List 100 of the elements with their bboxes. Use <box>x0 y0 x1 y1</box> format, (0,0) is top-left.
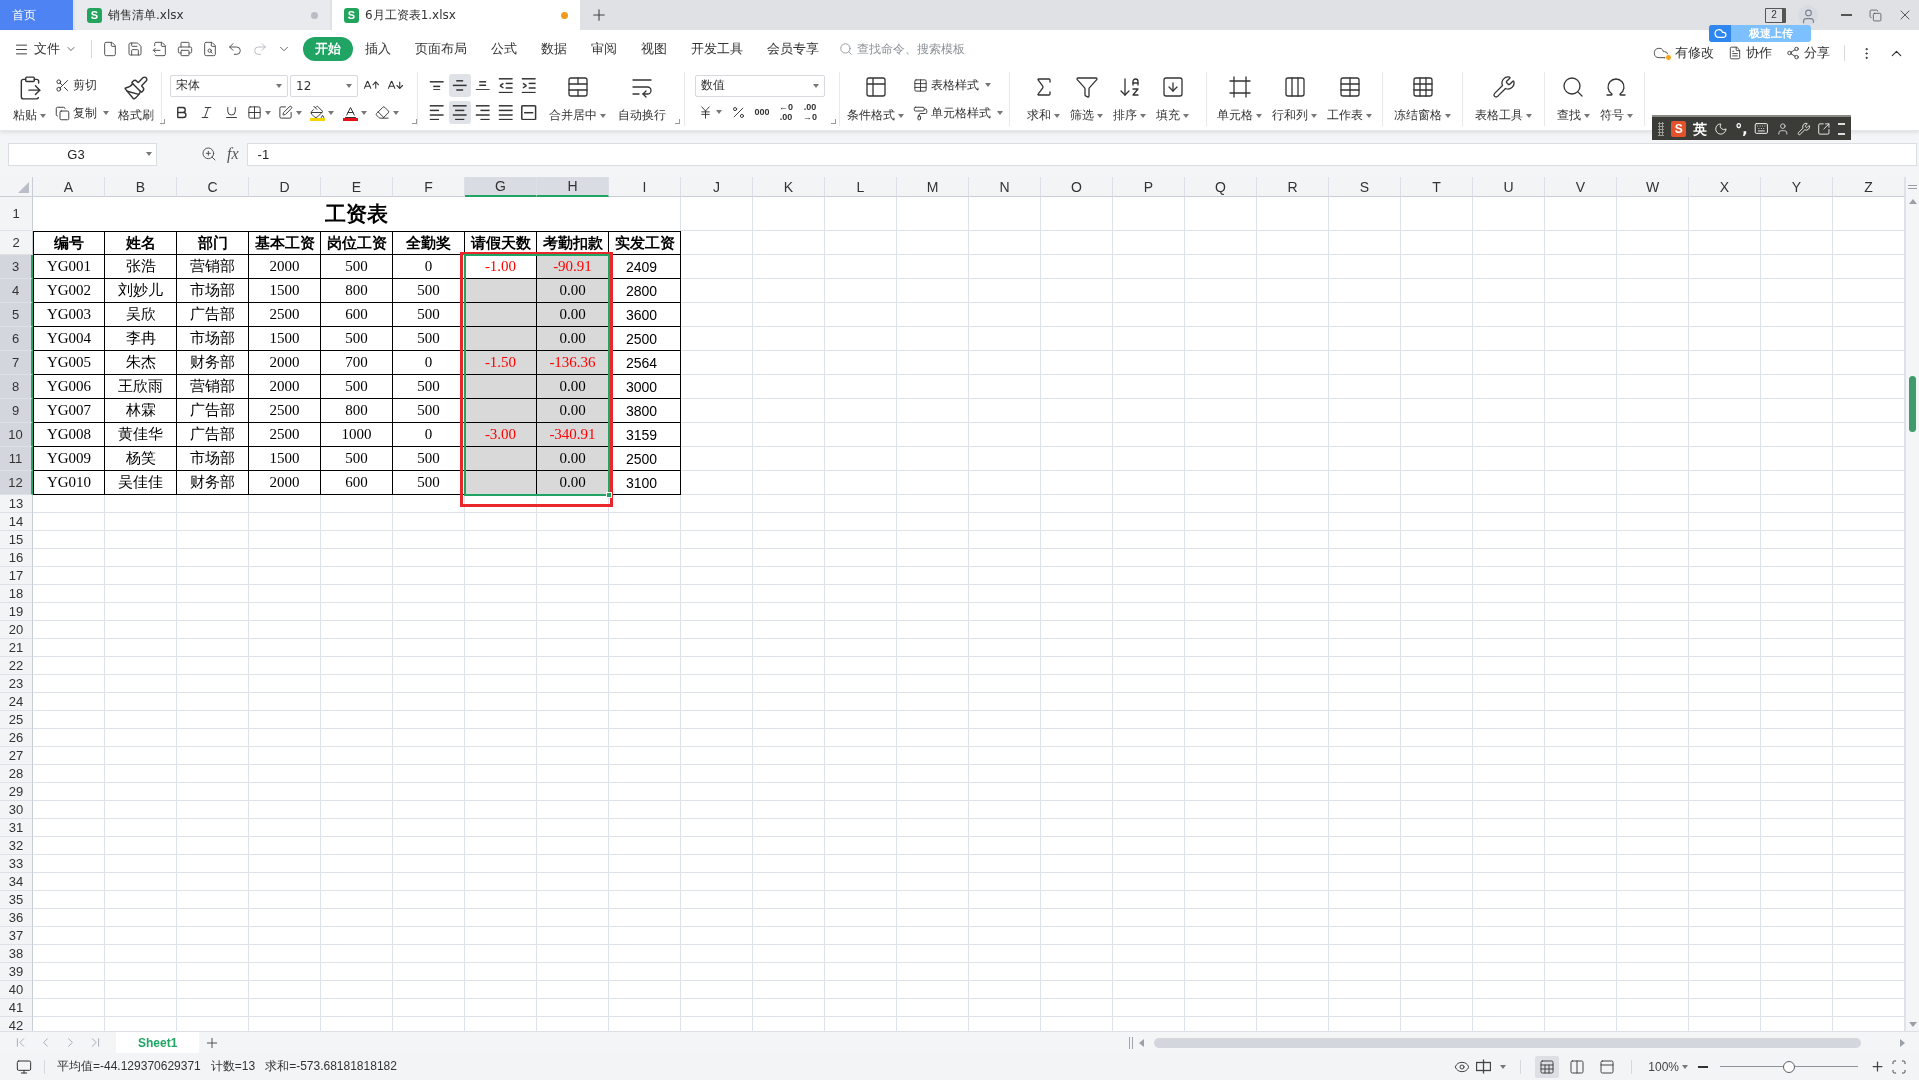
vertical-scrollbar[interactable] <box>1905 177 1919 1031</box>
row-header[interactable]: 29 <box>0 783 33 801</box>
ribbon-tool-button[interactable]: 符号 <box>1596 72 1636 126</box>
formula-field[interactable]: -1 <box>246 142 1917 166</box>
print-preview-icon[interactable] <box>202 41 218 57</box>
user-icon[interactable] <box>1776 121 1790 136</box>
scrollbar-thumb[interactable] <box>1154 1037 1861 1048</box>
font-size-select[interactable]: 12 <box>290 74 358 97</box>
row-header[interactable]: 35 <box>0 891 33 909</box>
row-header[interactable]: 36 <box>0 909 33 927</box>
name-box-field[interactable]: G3 <box>8 142 157 166</box>
row-header[interactable]: 16 <box>0 549 33 567</box>
cloud-status-button[interactable]: 有修改 <box>1653 45 1714 61</box>
moon-icon[interactable] <box>1714 121 1729 136</box>
save-icon[interactable] <box>127 41 143 57</box>
row-header[interactable]: 40 <box>0 981 33 999</box>
row-header[interactable]: 10 <box>0 423 33 447</box>
column-header[interactable]: M <box>897 177 969 197</box>
row-header[interactable]: 6 <box>0 327 33 351</box>
number-format-select[interactable]: 数值 <box>695 74 825 97</box>
ribbon-tool-button[interactable]: 工作表 <box>1324 72 1375 126</box>
row-header[interactable]: 8 <box>0 375 33 399</box>
ribbon-tab[interactable]: 视图 <box>629 37 679 61</box>
share-button[interactable]: 分享 <box>1786 46 1830 60</box>
ribbon-tool-button[interactable]: 排序 <box>1110 72 1149 126</box>
row-header[interactable]: 26 <box>0 729 33 747</box>
row-header[interactable]: 1 <box>0 197 33 231</box>
column-header[interactable]: C <box>177 177 249 197</box>
new-file-icon[interactable] <box>102 41 118 57</box>
ribbon-tool-button[interactable]: 单元格 <box>1214 72 1265 126</box>
ribbon-tab[interactable]: 插入 <box>353 37 403 61</box>
column-header[interactable]: F <box>393 177 465 197</box>
column-header[interactable]: P <box>1113 177 1185 197</box>
zoom-in-icon[interactable] <box>1870 1059 1885 1074</box>
dialog-launcher-icon[interactable] <box>160 119 165 124</box>
row-header[interactable]: 20 <box>0 621 33 639</box>
row-header[interactable]: 3 <box>0 255 33 279</box>
row-header[interactable]: 18 <box>0 585 33 603</box>
document-tab[interactable]: 首页 <box>0 0 73 30</box>
row-header[interactable]: 12 <box>0 471 33 495</box>
dialog-launcher-icon[interactable] <box>412 119 417 124</box>
wrench-icon[interactable] <box>1796 121 1811 136</box>
row-header[interactable]: 13 <box>0 495 33 513</box>
decrease-decimal-button[interactable]: .00 →0 <box>799 100 821 124</box>
row-header[interactable]: 17 <box>0 567 33 585</box>
paste-button[interactable]: 粘贴 <box>10 72 49 126</box>
view-mode-button[interactable] <box>1535 1055 1560 1078</box>
punctuation-mode-button[interactable]: °, <box>1735 121 1748 136</box>
avatar-icon[interactable] <box>1798 5 1818 25</box>
alignment-button[interactable] <box>449 101 471 124</box>
row-header[interactable]: 2 <box>0 231 33 255</box>
grip-handle-icon[interactable] <box>1658 121 1664 136</box>
row-header[interactable]: 4 <box>0 279 33 303</box>
column-header[interactable]: L <box>825 177 897 197</box>
column-header[interactable]: E <box>321 177 393 197</box>
collaborate-button[interactable]: 协作 <box>1728 46 1772 60</box>
ribbon-tab[interactable]: 开发工具 <box>679 37 755 61</box>
row-header[interactable]: 14 <box>0 513 33 531</box>
ribbon-tool-button[interactable]: 填充 <box>1153 72 1192 126</box>
column-header[interactable]: R <box>1257 177 1329 197</box>
file-menu-button[interactable]: 文件 <box>10 36 81 62</box>
row-header[interactable]: 38 <box>0 945 33 963</box>
column-header[interactable]: Q <box>1185 177 1257 197</box>
scrollbar-thumb[interactable] <box>1909 376 1916 432</box>
zoom-out-icon[interactable] <box>1698 1065 1708 1068</box>
zoom-level-button[interactable]: 100% <box>1644 1059 1692 1074</box>
splitter-grip-icon[interactable] <box>1129 1036 1133 1049</box>
ribbon-tab[interactable]: 公式 <box>479 37 529 61</box>
search-field[interactable]: 查找命令、搜索模板 <box>857 42 975 56</box>
ribbon-tool-button[interactable]: 冻结窗格 <box>1391 72 1454 126</box>
monitor-icon[interactable] <box>16 1058 32 1075</box>
copy-button[interactable]: 复制 <box>52 101 112 125</box>
row-header[interactable]: 32 <box>0 837 33 855</box>
dialog-launcher-icon[interactable] <box>831 119 836 124</box>
column-header[interactable]: V <box>1545 177 1617 197</box>
ribbon-tab[interactable]: 审阅 <box>579 37 629 61</box>
column-header[interactable]: X <box>1689 177 1761 197</box>
fill-handle[interactable] <box>606 492 612 498</box>
external-window-icon[interactable] <box>1817 121 1832 136</box>
toolbar-menu-icon[interactable] <box>1838 122 1845 135</box>
undo-icon[interactable] <box>227 41 243 57</box>
row-header[interactable]: 23 <box>0 675 33 693</box>
row-header[interactable]: 30 <box>0 801 33 819</box>
column-header[interactable]: W <box>1617 177 1689 197</box>
column-header[interactable]: N <box>969 177 1041 197</box>
ribbon-tool-button[interactable]: 求和 <box>1024 72 1063 126</box>
column-header[interactable]: Z <box>1833 177 1905 197</box>
document-tab[interactable]: S 销售清单.xlsx <box>75 0 330 30</box>
column-header[interactable]: S <box>1329 177 1401 197</box>
cut-button[interactable]: 剪切 <box>52 73 112 97</box>
row-header[interactable]: 19 <box>0 603 33 621</box>
slider-thumb[interactable] <box>1783 1060 1795 1073</box>
zoom-icon[interactable] <box>201 146 217 162</box>
row-header[interactable]: 25 <box>0 711 33 729</box>
column-header[interactable]: Y <box>1761 177 1833 197</box>
row-header[interactable]: 27 <box>0 747 33 765</box>
column-header[interactable]: G <box>465 177 537 197</box>
ribbon-tool-button[interactable]: 筛选 <box>1067 72 1106 126</box>
ribbon-tool-button[interactable]: 表格工具 <box>1472 72 1535 126</box>
function-label[interactable]: fx <box>227 145 239 163</box>
